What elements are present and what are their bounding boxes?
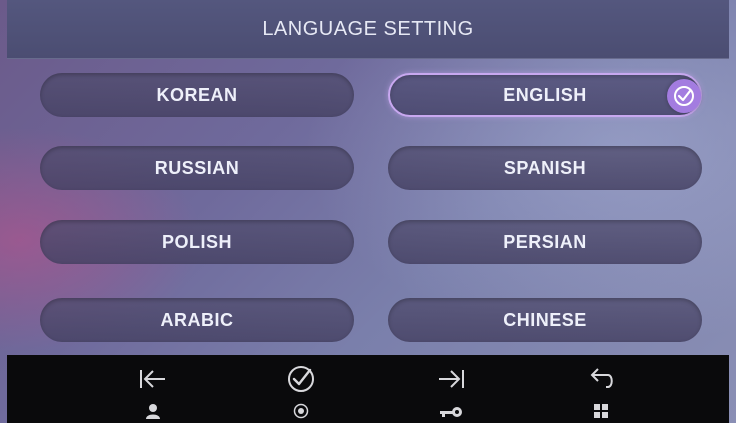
selected-check-icon — [667, 79, 701, 113]
language-label: ENGLISH — [503, 84, 587, 105]
language-button-russian[interactable]: RUSSIAN — [40, 146, 354, 190]
check-icon — [286, 363, 316, 395]
nav-return-button[interactable] — [561, 355, 641, 423]
key-icon — [438, 395, 464, 419]
forward-to-end-icon — [436, 363, 466, 395]
language-label: SPANISH — [503, 157, 587, 178]
language-button-chinese[interactable]: CHINESE — [388, 298, 702, 342]
nav-forward-to-end-button[interactable] — [411, 355, 491, 423]
language-label: CHINESE — [503, 309, 587, 330]
language-label: POLISH — [161, 231, 232, 252]
nav-back-to-start-button[interactable] — [113, 355, 193, 423]
language-button-polish[interactable]: POLISH — [40, 220, 354, 264]
language-button-english[interactable]: ENGLISH — [388, 73, 702, 117]
record-icon — [293, 395, 309, 419]
language-label: KOREAN — [156, 84, 238, 105]
language-label: RUSSIAN — [154, 157, 240, 178]
language-label: ARABIC — [160, 309, 234, 330]
language-button-arabic[interactable]: ARABIC — [40, 298, 354, 342]
page-title: LANGUAGE SETTING — [262, 17, 474, 40]
back-to-start-icon — [138, 363, 168, 395]
language-button-korean[interactable]: KOREAN — [40, 73, 354, 117]
bottom-nav-bar — [7, 355, 729, 423]
language-button-spanish[interactable]: SPANISH — [388, 146, 702, 190]
nav-confirm-button[interactable] — [261, 355, 341, 423]
language-button-persian[interactable]: PERSIAN — [388, 220, 702, 264]
user-icon — [144, 395, 162, 419]
header-bar: LANGUAGE SETTING — [7, 0, 729, 59]
language-label: PERSIAN — [503, 231, 587, 252]
return-icon — [586, 363, 616, 395]
grid-icon — [593, 395, 609, 419]
